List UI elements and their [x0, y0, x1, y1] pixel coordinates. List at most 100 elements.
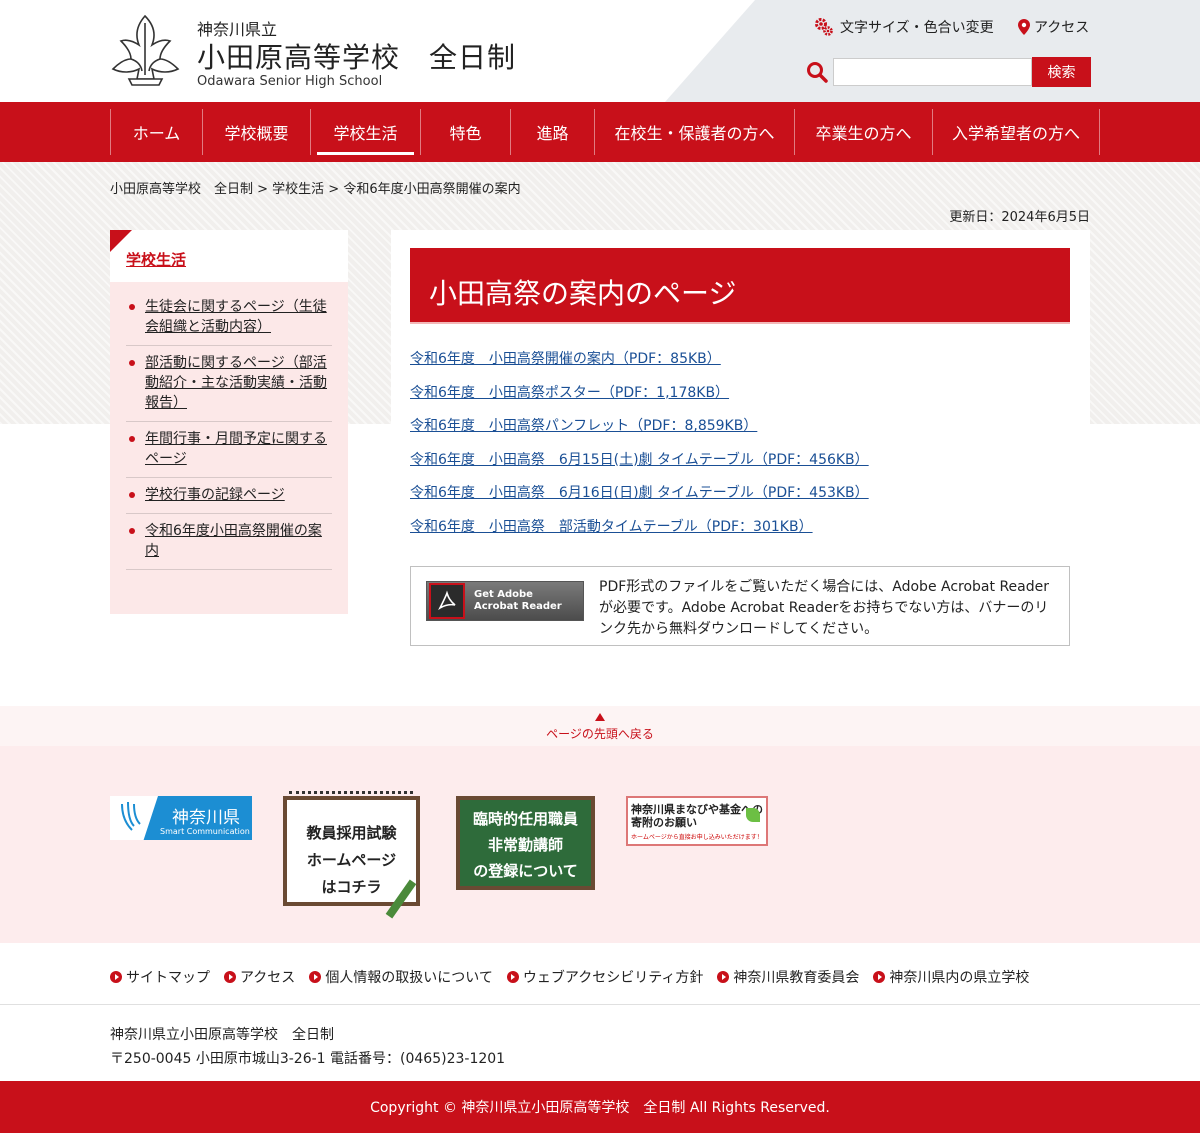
- footer-links: サイトマップ アクセス 個人情報の取扱いについて ウェブアクセシビリティ方針 神…: [110, 967, 1043, 987]
- sprout-icon: [746, 808, 760, 822]
- map-pin-icon: [1018, 19, 1030, 35]
- temp-staff-text: 臨時的任用職員 非常勤講師 の登録について: [460, 806, 591, 884]
- nav-graduates[interactable]: 卒業生の方へ: [794, 109, 932, 155]
- pdf-link[interactable]: 令和6年度 小田高祭 部活動タイムテーブル（PDF：301KB）: [410, 516, 869, 550]
- nav-applicants[interactable]: 入学希望者の方へ: [932, 109, 1100, 155]
- notebook-rings: [289, 791, 413, 803]
- search-input[interactable]: [833, 58, 1032, 86]
- gear-icon: [815, 18, 833, 36]
- banner-line: の登録について: [473, 862, 578, 880]
- manabiya-fund-banner[interactable]: 神奈川県まなびや基金への寄附のお願い ホームページから直接お申し込みいただけます…: [626, 796, 768, 846]
- pdf-link[interactable]: 令和6年度 小田高祭パンフレット（PDF：8,859KB）: [410, 415, 869, 449]
- breadcrumb[interactable]: 小田原高等学校 全日制 > 学校生活 > 令和6年度小田高祭開催の案内: [110, 178, 521, 197]
- temp-staff-registration-banner[interactable]: 臨時的任用職員 非常勤講師 の登録について: [456, 796, 595, 890]
- sidebar-item[interactable]: 学校行事の記録ページ: [126, 478, 332, 514]
- adobe-line1: Get Adobe: [474, 589, 533, 600]
- footer-link-privacy[interactable]: 個人情報の取扱いについて: [309, 967, 493, 987]
- arrow-circle-icon: [110, 971, 122, 983]
- sidebar-item-label: 学校行事の記録ページ: [145, 487, 285, 503]
- updated-date: 更新日：2024年6月5日: [949, 210, 1090, 225]
- footer-link-board-of-education[interactable]: 神奈川県教育委員会: [717, 967, 859, 987]
- pdf-note-text: PDF形式のファイルをご覧いただく場合には、Adobe Acrobat Read…: [599, 579, 1050, 637]
- footer-link-access[interactable]: アクセス: [224, 967, 295, 987]
- banner-line: 臨時的任用職員: [472, 810, 578, 828]
- kanagawa-logo-mark: [110, 796, 158, 840]
- nav-career[interactable]: 進路: [510, 109, 594, 155]
- kanagawa-banner-sub: Smart Communication: [160, 827, 250, 836]
- arrow-circle-icon: [224, 971, 236, 983]
- teacher-recruitment-banner[interactable]: 教員採用試験 ホームページ はコチラ: [283, 791, 420, 919]
- teacher-recruitment-text: 教員採用試験 ホームページ はコチラ: [287, 820, 416, 901]
- school-emblem-logo[interactable]: [109, 13, 182, 87]
- nav-students-parents[interactable]: 在校生・保護者の方へ: [594, 109, 794, 155]
- nav-school-overview[interactable]: 学校概要: [202, 109, 310, 155]
- sidebar-item-label: 令和6年度小田高祭開催の案内: [145, 523, 322, 559]
- banner-area: 神奈川県 Smart Communication 教員採用試験 ホームページ は…: [0, 746, 1200, 943]
- access-link[interactable]: アクセス: [1018, 17, 1089, 37]
- school-name[interactable]: 小田原高等学校 全日制: [197, 36, 516, 76]
- footer-link-accessibility[interactable]: ウェブアクセシビリティ方針: [506, 967, 704, 987]
- get-adobe-reader-banner[interactable]: Get Adobe Acrobat Reader: [426, 581, 584, 621]
- sidebar-item[interactable]: 令和6年度小田高祭開催の案内: [126, 514, 332, 570]
- sidebar-item[interactable]: 部活動に関するページ（部活動紹介・主な活動実績・活動報告）: [126, 346, 332, 422]
- sidebar-item-label: 部活動に関するページ（部活動紹介・主な活動実績・活動報告）: [145, 355, 327, 411]
- nav-home[interactable]: ホーム: [110, 109, 202, 155]
- arrow-circle-icon: [717, 971, 730, 983]
- footer-school-name: 神奈川県立小田原高等学校 全日制: [110, 1027, 334, 1043]
- footer-address: 〒250-0045 小田原市城山3-26-1 電話番号：(0465)23-120…: [110, 1051, 506, 1067]
- pdf-link-label: 令和6年度 小田高祭 6月16日(日)劇 タイムテーブル（PDF：453KB）: [410, 485, 869, 502]
- main-content: 小田高祭の案内のページ 令和6年度 小田高祭開催の案内（PDF：85KB） 令和…: [391, 230, 1090, 666]
- footer-link-label: ウェブアクセシビリティ方針: [522, 970, 704, 986]
- pdf-link[interactable]: 令和6年度 小田高祭 6月15日(土)劇 タイムテーブル（PDF：456KB）: [410, 449, 869, 483]
- adobe-line2: Acrobat Reader: [474, 601, 562, 612]
- footer-link-label: 神奈川県教育委員会: [733, 970, 860, 986]
- copyright: Copyright © 神奈川県立小田原高等学校 全日制 All Rights …: [0, 1081, 1200, 1133]
- nav-features[interactable]: 特色: [420, 109, 510, 155]
- pdf-link[interactable]: 令和6年度 小田高祭 6月16日(日)劇 タイムテーブル（PDF：453KB）: [410, 482, 869, 516]
- footer-link-sitemap[interactable]: サイトマップ: [110, 967, 210, 987]
- search-button[interactable]: 検索: [1032, 57, 1091, 87]
- pdf-link-label: 令和6年度 小田高祭 6月15日(土)劇 タイムテーブル（PDF：456KB）: [410, 451, 869, 468]
- sidebar: 学校生活 生徒会に関するページ（生徒会組織と活動内容） 部活動に関するページ（部…: [110, 230, 348, 614]
- nav-school-life[interactable]: 学校生活: [310, 109, 420, 155]
- adobe-banner-text: Get Adobe Acrobat Reader: [474, 589, 562, 613]
- footer-divider: [0, 1004, 1200, 1005]
- footer-link-label: 個人情報の取扱いについて: [325, 970, 493, 986]
- page-title-underline: [410, 322, 1070, 324]
- pdf-link-label: 令和6年度 小田高祭開催の案内（PDF：85KB）: [410, 351, 721, 367]
- banner-line: ホームページ: [306, 851, 397, 869]
- kanagawa-banner-name: 神奈川県: [172, 808, 240, 828]
- sidebar-item-label: 年間行事・月間予定に関するページ: [145, 431, 327, 467]
- pdf-link-label: 令和6年度 小田高祭ポスター（PDF：1,178KB）: [410, 384, 730, 401]
- page-title: 小田高祭の案内のページ: [410, 248, 1070, 322]
- footer-link-prefectural-schools[interactable]: 神奈川県内の県立学校: [873, 967, 1029, 987]
- back-to-top-link[interactable]: ページの先頭へ戻る: [0, 725, 1200, 742]
- school-name-english: Odawara Senior High School: [197, 74, 383, 89]
- sidebar-item[interactable]: 生徒会に関するページ（生徒会組織と活動内容）: [126, 290, 332, 346]
- access-label: アクセス: [1034, 20, 1090, 36]
- sidebar-title[interactable]: 学校生活: [126, 249, 186, 270]
- arrow-circle-icon: [506, 971, 519, 983]
- pdf-link-label: 令和6年度 小田高祭 部活動タイムテーブル（PDF：301KB）: [410, 518, 813, 535]
- fund-sub: ホームページから直接お申し込みいただけます！: [631, 834, 763, 841]
- arrow-circle-icon: [309, 971, 322, 983]
- kanagawa-smart-banner[interactable]: 神奈川県 Smart Communication: [110, 796, 252, 840]
- banner-line: 非常勤講師: [487, 836, 563, 854]
- footer-link-label: 神奈川県内の県立学校: [889, 970, 1030, 986]
- sidebar-item-label: 生徒会に関するページ（生徒会組織と活動内容）: [145, 299, 327, 335]
- sidebar-item[interactable]: 年間行事・月間予定に関するページ: [126, 422, 332, 478]
- up-arrow-icon: [595, 713, 605, 721]
- pdf-link[interactable]: 令和6年度 小田高祭ポスター（PDF：1,178KB）: [410, 382, 869, 416]
- acrobat-icon: [429, 583, 465, 619]
- pdf-link-label: 令和6年度 小田高祭パンフレット（PDF：8,859KB）: [410, 418, 758, 435]
- text-size-color-label: 文字サイズ・色合い変更: [840, 20, 994, 36]
- pdf-link[interactable]: 令和6年度 小田高祭開催の案内（PDF：85KB）: [410, 348, 869, 382]
- footer-link-label: サイトマップ: [126, 970, 210, 986]
- footer-link-label: アクセス: [240, 970, 296, 986]
- pdf-reader-notice: Get Adobe Acrobat Reader PDF形式のファイルをご覧いた…: [410, 566, 1070, 646]
- global-nav: ホーム 学校概要 学校生活 特色 進路 在校生・保護者の方へ 卒業生の方へ 入学…: [0, 102, 1200, 162]
- site-header: 神奈川県立 小田原高等学校 全日制 Odawara Senior High Sc…: [0, 0, 1200, 102]
- arrow-circle-icon: [873, 971, 886, 983]
- text-size-color-link[interactable]: 文字サイズ・色合い変更: [814, 17, 994, 37]
- banner-line: 教員採用試験: [306, 824, 397, 842]
